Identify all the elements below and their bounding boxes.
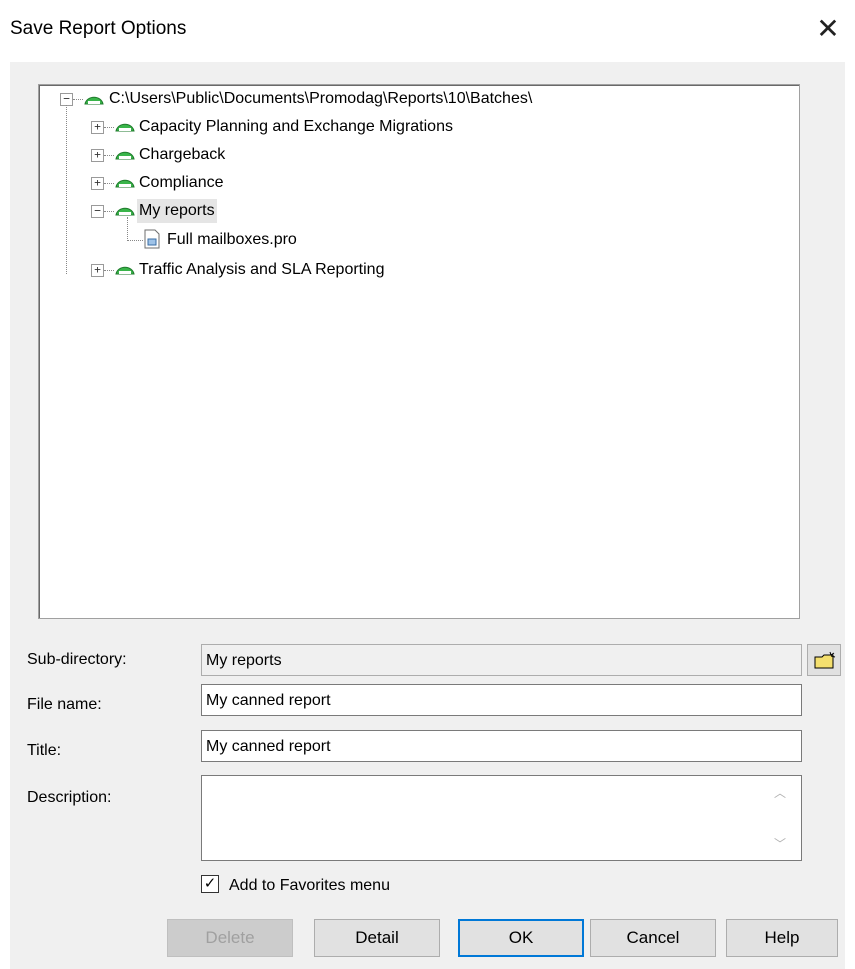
network-folder-icon [115, 151, 135, 160]
help-button[interactable]: Help [726, 919, 838, 957]
tree-root-label[interactable]: C:\Users\Public\Documents\Promodag\Repor… [107, 87, 534, 111]
network-folder-icon [115, 123, 135, 132]
report-file-icon [144, 229, 160, 249]
title-input[interactable]: My canned report [201, 730, 802, 762]
description-label: Description: [27, 789, 112, 806]
new-folder-button[interactable] [807, 644, 841, 676]
tree-item-compliance[interactable]: Compliance [137, 171, 225, 195]
subdirectory-field: My reports [201, 644, 802, 676]
directory-tree[interactable]: − C:\Users\Public\Documents\Promodag\Rep… [38, 84, 800, 619]
description-textarea[interactable] [201, 775, 802, 861]
filename-input[interactable]: My canned report [201, 684, 802, 716]
tree-item-full-mailboxes[interactable]: Full mailboxes.pro [165, 228, 299, 252]
favorites-checkbox[interactable]: ✓ [201, 875, 219, 893]
network-folder-icon [115, 179, 135, 188]
filename-label: File name: [27, 696, 102, 713]
dialog-body: − C:\Users\Public\Documents\Promodag\Rep… [10, 62, 845, 969]
close-button[interactable]: ✕ [811, 12, 845, 46]
title-bar: Save Report Options ✕ [0, 0, 855, 62]
subdirectory-label: Sub-directory: [27, 651, 127, 668]
network-folder-icon [115, 266, 135, 275]
scroll-up-icon[interactable]: ︿ [774, 784, 786, 801]
ok-button[interactable]: OK [458, 919, 584, 957]
delete-button[interactable]: Delete [167, 919, 293, 957]
new-folder-icon [814, 651, 836, 669]
collapse-toggle-my-reports[interactable]: − [91, 205, 104, 218]
expand-toggle-traffic[interactable]: + [91, 264, 104, 277]
window-title: Save Report Options [10, 18, 187, 39]
expand-toggle-chargeback[interactable]: + [91, 149, 104, 162]
tree-item-chargeback[interactable]: Chargeback [137, 143, 227, 167]
scroll-down-icon[interactable]: ﹀ [774, 835, 786, 852]
expand-toggle-capacity[interactable]: + [91, 121, 104, 134]
expand-toggle-compliance[interactable]: + [91, 177, 104, 190]
title-label: Title: [27, 742, 62, 759]
tree-item-capacity[interactable]: Capacity Planning and Exchange Migration… [137, 115, 455, 139]
favorites-label: Add to Favorites menu [229, 877, 390, 894]
tree-item-my-reports[interactable]: My reports [137, 199, 217, 223]
cancel-button[interactable]: Cancel [590, 919, 716, 957]
network-folder-icon [84, 96, 104, 105]
detail-button[interactable]: Detail [314, 919, 440, 957]
tree-item-traffic[interactable]: Traffic Analysis and SLA Reporting [137, 258, 386, 282]
network-folder-icon [115, 207, 135, 216]
